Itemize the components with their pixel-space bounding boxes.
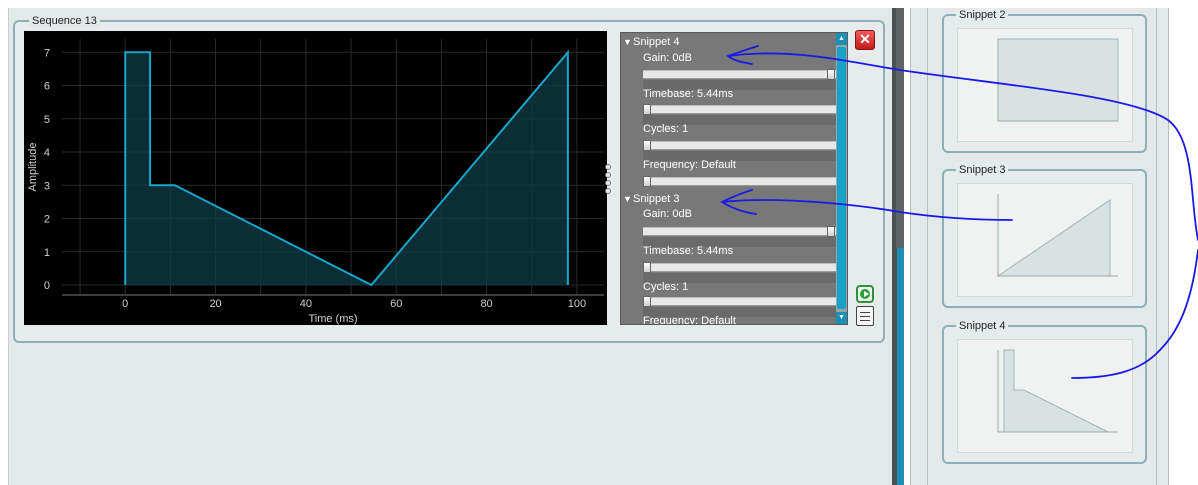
snippet-3-timebase-label: Timebase: 5.44ms [643, 245, 734, 257]
series-area [125, 52, 568, 286]
snippet-card-title: Snippet 2 [956, 8, 1009, 22]
dot [605, 188, 611, 194]
x-tick-label: 40 [300, 298, 312, 310]
snippet-2-thumbnail [957, 28, 1133, 142]
x-tick-label: 80 [480, 298, 492, 310]
snippet-3-frequency-label: Frequency: Default [643, 315, 736, 325]
sequence-chart[interactable]: 0 20 40 60 80 100 0 1 2 3 4 5 6 7 Time (ms) Amplitude [24, 31, 607, 325]
snippet-4-thumbnail [957, 339, 1133, 453]
x-tick-label: 60 [390, 298, 402, 310]
x-tick-label: 100 [568, 298, 586, 310]
chevron-down-icon: ▼ [623, 194, 632, 204]
document-icon[interactable] [856, 306, 874, 326]
y-tick-label: 6 [44, 81, 50, 93]
y-tick-label: 5 [44, 114, 50, 126]
dot [605, 172, 611, 178]
slider-thumb[interactable] [643, 262, 651, 273]
chevron-down-icon: ▼ [623, 37, 632, 47]
doc-line [860, 320, 870, 321]
y-tick-label: 4 [44, 147, 50, 159]
snippet-4-gain-label: Gain: 0dB [643, 52, 692, 64]
snippet-3-header[interactable]: ▼Snippet 3 [623, 192, 679, 206]
snippet-card-2[interactable]: Snippet 2 [942, 8, 1147, 153]
y-tick-label: 7 [44, 47, 50, 59]
snippet-4-frequency-slider[interactable] [643, 176, 837, 187]
snippet-card-title: Snippet 3 [956, 163, 1009, 177]
snippet-card-4[interactable]: Snippet 4 [942, 319, 1147, 464]
scroll-down-icon[interactable]: ▼ [836, 312, 847, 324]
snippet-card-title: Snippet 4 [956, 319, 1009, 333]
y-tick-label: 3 [44, 180, 50, 192]
y-tick-label: 0 [44, 280, 50, 292]
chart-svg: 0 20 40 60 80 100 0 1 2 3 4 5 6 7 Time (ms) Amplitude [27, 39, 604, 325]
thumbnail-chart [996, 194, 1118, 277]
x-tick-label: 20 [209, 298, 221, 310]
dot [605, 180, 611, 186]
drag-handle-icon[interactable] [604, 164, 614, 200]
play-triangle [864, 291, 869, 297]
dot [605, 164, 611, 170]
play-icon[interactable] [856, 285, 874, 303]
y-tick-label: 1 [44, 247, 50, 259]
snippet-4-cycles-label: Cycles: 1 [643, 123, 689, 135]
splitter-scroll-thumb[interactable] [896, 8, 904, 248]
snippet-4-header[interactable]: ▼Snippet 4 [623, 35, 679, 49]
scroll-thumb[interactable] [837, 47, 846, 309]
slider-thumb[interactable] [827, 226, 835, 237]
thumb-area [1003, 349, 1109, 433]
snippet-4-frequency-label: Frequency: Default [643, 159, 736, 171]
slider-thumb[interactable] [643, 176, 651, 187]
snippet-3-thumbnail [957, 183, 1133, 297]
library-border [1168, 8, 1169, 485]
snippet-3-timebase-slider[interactable] [643, 262, 837, 273]
play-circle [860, 289, 870, 299]
slider-thumb[interactable] [643, 140, 651, 151]
doc-line [860, 312, 870, 313]
close-icon[interactable]: ✕ [855, 30, 875, 50]
slider-thumb[interactable] [643, 296, 651, 307]
snippet-3-cycles-label: Cycles: 1 [643, 281, 689, 293]
snippet-3-gain-label: Gain: 0dB [643, 208, 692, 220]
sequence-title: Sequence 13 [29, 14, 100, 28]
snippet-parameters-panel[interactable]: ▼Snippet 4 Gain: 0dB Timebase: 5.44ms Cy… [620, 32, 848, 325]
doc-line [860, 316, 870, 317]
snippet-panel-scrollbar[interactable]: ▲ ▼ [836, 33, 847, 324]
snippet-card-3[interactable]: Snippet 3 [942, 163, 1147, 308]
thumbnail-chart [997, 349, 1118, 433]
snippet-4-gain-slider[interactable] [643, 69, 837, 80]
thumb-area [996, 199, 1111, 277]
x-tick-label: 0 [122, 298, 128, 310]
snippet-3-gain-slider[interactable] [643, 226, 837, 237]
snippet-3-cycles-slider[interactable] [643, 296, 837, 307]
snippet-4-cycles-slider[interactable] [643, 140, 837, 151]
thumbnail-chart [997, 38, 1119, 122]
scroll-up-icon[interactable]: ▲ [836, 33, 847, 45]
slider-thumb[interactable] [827, 69, 835, 80]
x-axis-label: Time (ms) [308, 313, 357, 325]
thumb-area [997, 38, 1119, 122]
y-tick-label: 2 [44, 214, 50, 226]
snippet-4-timebase-label: Timebase: 5.44ms [643, 88, 734, 100]
slider-thumb[interactable] [643, 104, 651, 115]
y-axis-label: Amplitude [27, 143, 39, 192]
snippet-4-timebase-slider[interactable] [643, 104, 837, 115]
